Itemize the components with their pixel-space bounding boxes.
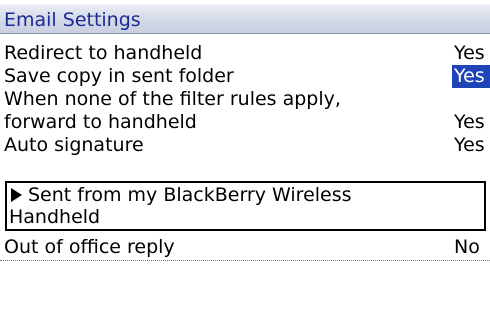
setting-label-forward: forward to handheld: [4, 111, 197, 133]
setting-label-filter-rules: When none of the filter rules apply,: [4, 88, 341, 110]
title-bar: Email Settings: [0, 4, 490, 34]
setting-value-save-copy[interactable]: Yes: [452, 65, 490, 88]
screen-title: Email Settings: [4, 9, 141, 31]
signature-text-2: Handheld: [9, 206, 101, 228]
signature-text-1: Sent from my BlackBerry Wireless: [28, 184, 352, 206]
signature-line-1: Sent from my BlackBerry Wireless: [11, 184, 352, 207]
setting-label-save-copy: Save copy in sent folder: [4, 65, 234, 87]
setting-value-redirect[interactable]: Yes: [452, 42, 485, 65]
setting-value-forward[interactable]: Yes: [452, 111, 485, 134]
email-settings-screen: Email Settings Redirect to handheld Yes …: [0, 0, 490, 325]
setting-value-out-of-office[interactable]: No: [452, 236, 480, 259]
setting-label-out-of-office: Out of office reply: [4, 236, 175, 258]
setting-value-auto-signature[interactable]: Yes: [452, 134, 485, 157]
setting-label-redirect: Redirect to handheld: [4, 42, 203, 64]
signature-text-field[interactable]: Sent from my BlackBerry Wireless Handhel…: [5, 181, 486, 231]
cursor-arrow-icon: [11, 188, 22, 202]
divider: [0, 260, 490, 261]
setting-label-auto-signature: Auto signature: [4, 134, 144, 156]
